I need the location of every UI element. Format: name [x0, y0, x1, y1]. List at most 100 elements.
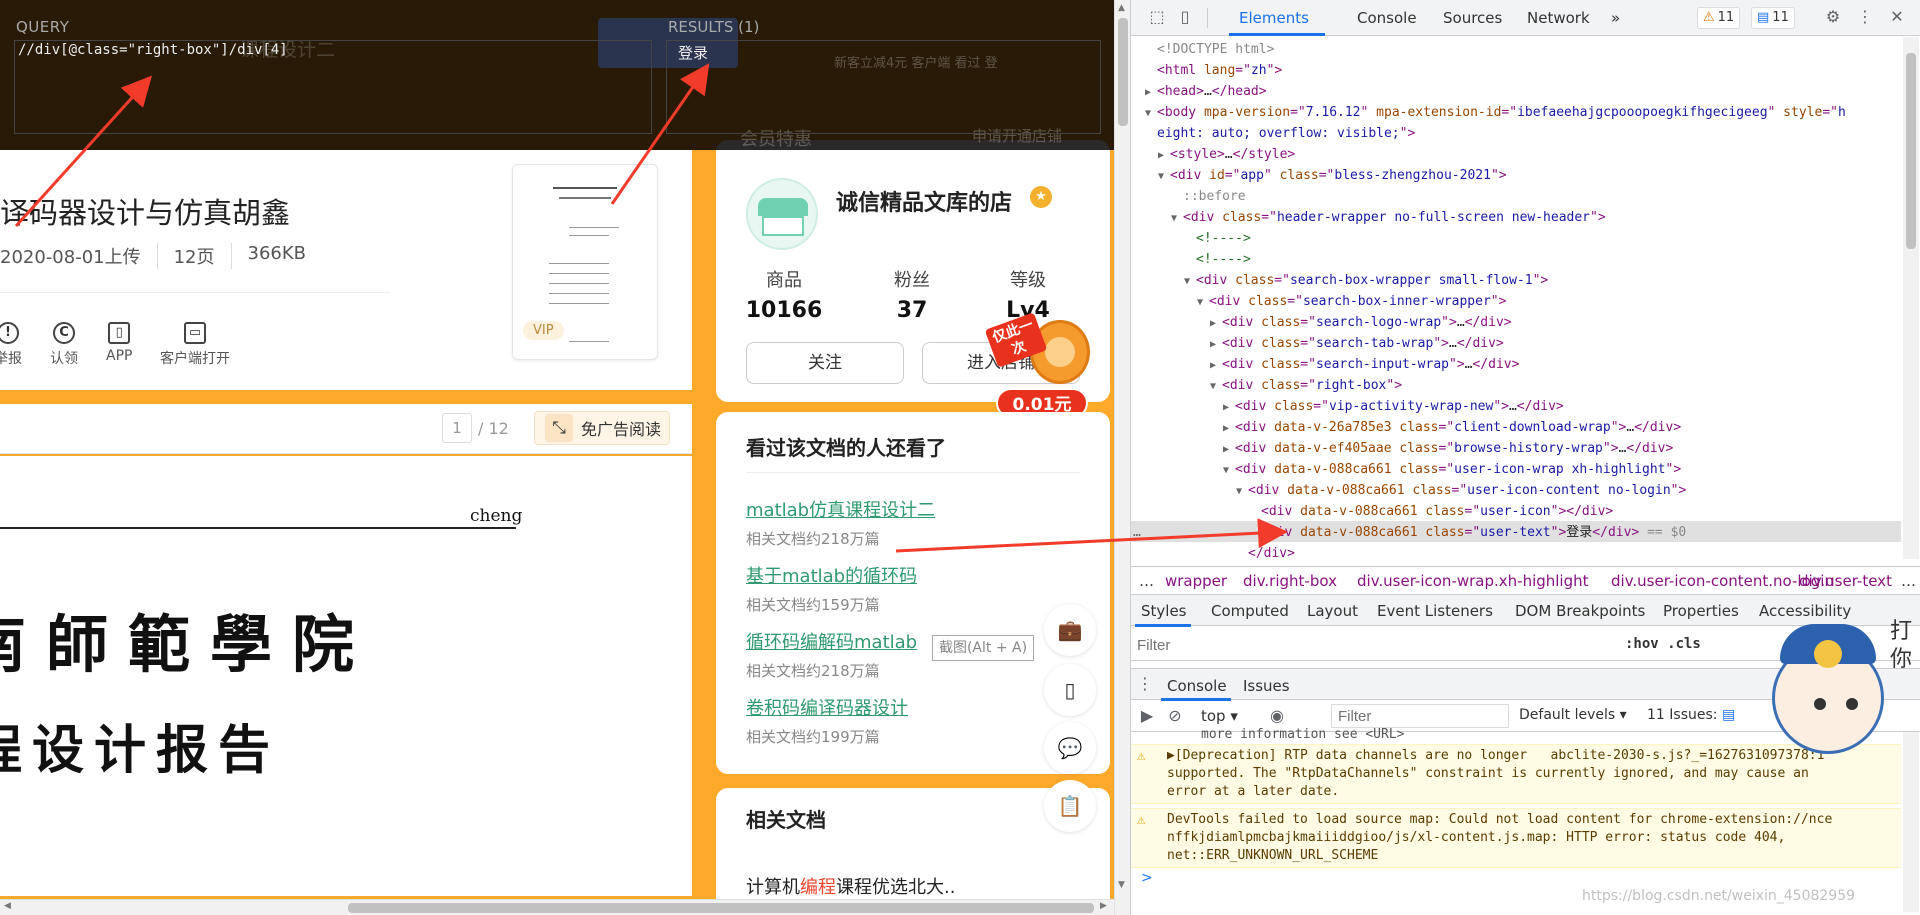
inspect-icon[interactable]: ⬚	[1147, 7, 1167, 27]
promo-lion-badge[interactable]: 仅此一次 0.01元	[984, 312, 1094, 418]
dom-node-line[interactable]: eight: auto; overflow: visible;">	[1145, 123, 1415, 144]
subtab-dom-breakpoints[interactable]: DOM Breakpoints	[1515, 602, 1645, 620]
context-selector[interactable]: top ▾	[1201, 707, 1238, 725]
device-toolbar-icon[interactable]: ▯	[1175, 7, 1195, 27]
levels-label: Default levels	[1519, 707, 1616, 723]
recommend-item: 基于matlab的循环码 相关文档约159万篇	[746, 562, 917, 615]
tab-elements[interactable]: Elements	[1239, 9, 1309, 27]
dom-node-line[interactable]: ▶ <div data-v-26a785e3 class="client-down…	[1223, 417, 1681, 439]
claim-button[interactable]: C 认领	[50, 322, 78, 368]
dom-scrollbar[interactable]	[1903, 37, 1919, 559]
drawer-tab-console[interactable]: Console	[1167, 677, 1227, 695]
styles-filter-input[interactable]	[1137, 634, 1611, 656]
dom-node-line[interactable]: ▶ <div class="search-logo-wrap">…</div>	[1210, 312, 1512, 334]
scroll-thumb[interactable]	[1906, 53, 1916, 249]
query-text[interactable]: //div[@class="right-box"]/div[4]	[18, 42, 288, 58]
briefcase-button[interactable]: 💼	[1044, 604, 1096, 656]
scroll-down-icon[interactable]: ▼	[1118, 880, 1125, 890]
dom-node-line[interactable]: ▶ <div class="vip-activity-wrap-new">…</d…	[1223, 396, 1564, 418]
tab-console[interactable]: Console	[1357, 9, 1417, 27]
close-icon[interactable]: ✕	[1887, 7, 1907, 27]
dom-node-line[interactable]: ▼ <div data-v-088ca661 class="user-icon-c…	[1236, 480, 1686, 502]
scroll-right-icon[interactable]: ▶	[1100, 901, 1107, 911]
breadcrumb-item[interactable]: wrapper	[1165, 572, 1227, 590]
recommend-link[interactable]: 卷积码编译码器设计	[746, 694, 908, 720]
feedback-button[interactable]: 💬	[1044, 722, 1096, 774]
breadcrumb-item[interactable]: div.right-box	[1243, 572, 1337, 590]
dom-node-line[interactable]: ▼ <body mpa-version="7.16.12" mpa-extensi…	[1145, 102, 1846, 124]
drawer-tab-issues[interactable]: Issues	[1243, 677, 1290, 695]
scroll-left-icon[interactable]: ◀	[4, 901, 11, 911]
dom-node-line[interactable]: <div data-v-088ca661 class="user-icon"><…	[1249, 501, 1613, 522]
dom-node-line[interactable]: <div data-v-088ca661 class="user-text">登…	[1249, 522, 1686, 543]
scroll-up-icon[interactable]: ▲	[1118, 3, 1125, 13]
floating-mascot[interactable]: 打你	[1750, 618, 1920, 768]
dom-node-line[interactable]: ▼ <div class="header-wrapper no-full-scre…	[1171, 207, 1606, 229]
clear-console-icon[interactable]: ⊘	[1165, 706, 1185, 726]
warnings-badge[interactable]: ⚠ 11	[1697, 7, 1741, 29]
breadcrumb-item[interactable]: div.user-icon-wrap.xh-highlight	[1357, 572, 1589, 590]
dom-node-line[interactable]: ▼ <div id="app" class="bless-zhengzhou-20…	[1158, 165, 1507, 187]
drawer-menu-icon[interactable]: ⋮	[1135, 674, 1155, 694]
console-prompt[interactable]: >	[1141, 870, 1153, 886]
console-filter-input[interactable]	[1331, 704, 1509, 728]
shop-avatar[interactable]	[746, 178, 818, 250]
subtab-layout[interactable]: Layout	[1307, 602, 1358, 620]
more-tabs-icon[interactable]: »	[1611, 9, 1620, 27]
breadcrumb-more[interactable]: …	[1139, 572, 1154, 590]
dom-tree[interactable]: <!DOCTYPE html> <html lang="zh"> ▶ <head>…<…	[1131, 37, 1901, 559]
kebab-menu-icon[interactable]: ⋮	[1855, 7, 1875, 27]
scroll-thumb[interactable]	[1118, 18, 1128, 126]
breadcrumb-item[interactable]: div.user-text	[1799, 572, 1892, 590]
dom-node-line[interactable]: ▶ <div class="search-input-wrap">…</div>	[1210, 354, 1519, 376]
hov-cls-toggles[interactable]: :hov .cls	[1625, 636, 1701, 652]
doc-thumbnail[interactable]: VIP	[512, 164, 658, 360]
dom-node-line[interactable]: ▶ <div class="search-tab-wrap">…</div>	[1210, 333, 1504, 355]
dom-node-line[interactable]: ▶ <head>…</head>	[1145, 81, 1267, 103]
tab-sources[interactable]: Sources	[1443, 9, 1502, 27]
page-number-input[interactable]: 1	[442, 413, 472, 443]
page-vertical-scrollbar[interactable]: ▲ ▼	[1114, 0, 1130, 915]
dom-node-line[interactable]: ▼ <div class="search-box-wrapper small-fl…	[1184, 270, 1548, 292]
recommend-link[interactable]: 基于matlab的循环码	[746, 562, 917, 588]
issues-counter[interactable]: 11 Issues: ▤	[1647, 707, 1735, 723]
log-levels-dropdown[interactable]: Default levels ▾	[1519, 707, 1627, 723]
notes-button[interactable]: 📋	[1044, 780, 1096, 832]
recommend-link[interactable]: 循环码编解码matlab	[746, 628, 917, 654]
mobile-button[interactable]: ▯	[1044, 664, 1096, 716]
shop-name[interactable]: 诚信精品文库的店	[836, 185, 1012, 217]
report-button[interactable]: ! 举报	[0, 322, 22, 368]
dom-node-line[interactable]: ▶ <div data-v-ef405aae class="browse-hist…	[1223, 438, 1673, 460]
issues-badge[interactable]: ▤ 11	[1751, 7, 1795, 29]
app-button[interactable]: ▯ APP	[106, 322, 132, 364]
gear-icon[interactable]: ⚙	[1823, 7, 1843, 27]
horizontal-scrollbar[interactable]: ◀ ▶	[0, 899, 1114, 915]
console-message[interactable]: DevTools failed to load source map: Coul…	[1167, 811, 1897, 865]
dom-node-line[interactable]: ▼ <div class="search-box-inner-wrapper">	[1197, 291, 1506, 313]
dom-node-line[interactable]: ▶ <style>…</style>	[1158, 144, 1295, 166]
dom-node-line[interactable]: ::before	[1171, 186, 1246, 207]
subtab-styles[interactable]: Styles	[1141, 602, 1187, 620]
recommend-link[interactable]: matlab仿真课程设计二	[746, 496, 935, 522]
subtab-properties[interactable]: Properties	[1663, 602, 1739, 620]
subtab-computed[interactable]: Computed	[1211, 602, 1289, 620]
eye-icon[interactable]: ◉	[1267, 706, 1287, 726]
scroll-thumb[interactable]	[348, 903, 1094, 913]
results-textarea[interactable]	[666, 40, 1101, 134]
tab-network[interactable]: Network	[1527, 9, 1590, 27]
follow-button[interactable]: 关注	[746, 342, 904, 384]
dom-node-line[interactable]: </div>	[1236, 543, 1295, 559]
subtab-event-listeners[interactable]: Event Listeners	[1377, 602, 1493, 620]
dom-node-line[interactable]: <!DOCTYPE html>	[1145, 39, 1274, 60]
devtools-tabbar: ⬚ ▯ Elements Console Sources Network » ⚠…	[1131, 0, 1920, 36]
ad-free-button[interactable]: ⤡ 免广告阅读	[534, 411, 670, 445]
dom-node-line[interactable]: ▼ <div data-v-088ca661 class="user-icon-w…	[1223, 459, 1681, 481]
dom-node-line[interactable]: ▼ <div class="right-box">	[1210, 375, 1402, 397]
dom-node-line[interactable]: <html lang="zh">	[1145, 60, 1282, 81]
dom-node-line[interactable]: <!---->	[1184, 228, 1251, 249]
open-client-button[interactable]: ▭ 客户端打开	[160, 322, 230, 368]
breadcrumb-more[interactable]: …	[1901, 572, 1916, 590]
related-link[interactable]: 计算机编程课程优选北大..	[746, 873, 955, 899]
sidebar-toggle-icon[interactable]: ▶	[1137, 706, 1157, 726]
dom-node-line[interactable]: <!---->	[1184, 249, 1251, 270]
